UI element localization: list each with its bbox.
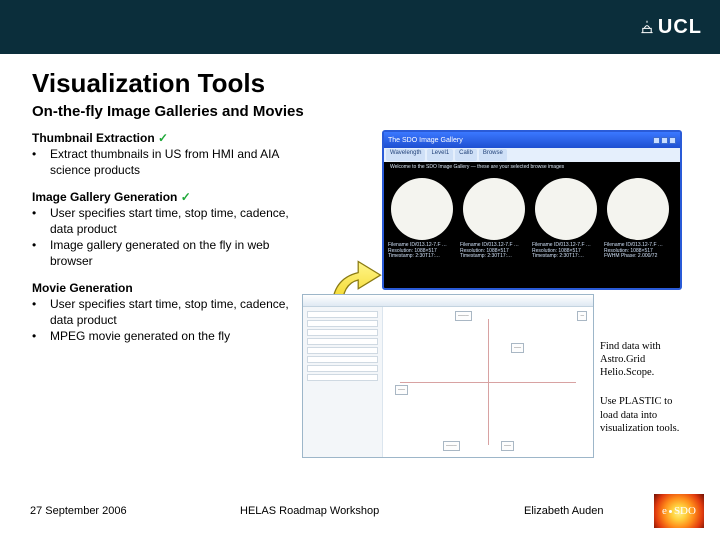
caption-text: Use PLASTIC to load data into visualizat… xyxy=(600,395,686,434)
section-heading-thumb: Thumbnail Extraction ✓ xyxy=(32,130,292,146)
bullet-text: User specifies start time, stop time, ca… xyxy=(50,205,292,237)
sun-disc-icon xyxy=(391,178,453,240)
tab[interactable]: Level1 xyxy=(427,149,453,161)
section-heading-gallery: Image Gallery Generation ✓ xyxy=(32,189,292,205)
sun-disc-icon xyxy=(535,178,597,240)
ucl-logo-text: UCL xyxy=(658,16,702,39)
thumbnail[interactable]: Filename ID/013.12-7.F …Resolution: 1088… xyxy=(532,178,600,260)
dot-icon xyxy=(669,510,672,513)
footer-date: 27 September 2006 xyxy=(30,505,230,517)
list-item: •MPEG movie generated on the fly xyxy=(32,328,292,344)
bullet-list: •User specifies start time, stop time, c… xyxy=(32,205,292,270)
slide-title: Visualization Tools xyxy=(32,68,696,99)
slide-subtitle: On-the-fly Image Galleries and Movies xyxy=(32,103,696,120)
badge-prefix: e xyxy=(662,505,667,517)
section-heading-text: Thumbnail Extraction xyxy=(32,131,155,145)
thumb-caption: Filename ID/013.12-7.F …Resolution: 1088… xyxy=(460,243,528,260)
list-item: •Extract thumbnails in US from HMI and A… xyxy=(32,146,292,178)
viz-titlebar xyxy=(303,295,593,307)
thumb-caption: Filename ID/013.12-7.F …Resolution: 1088… xyxy=(532,243,600,260)
gallery-title: The SDO Image Gallery xyxy=(388,137,463,144)
ucl-logo: UCL xyxy=(640,16,702,39)
bullet-list: •Extract thumbnails in US from HMI and A… xyxy=(32,146,292,178)
bullet-text: User specifies start time, stop time, ca… xyxy=(50,296,292,328)
sun-disc-icon xyxy=(607,178,669,240)
list-item: •User specifies start time, stop time, c… xyxy=(32,296,292,328)
header-band: UCL xyxy=(0,0,720,54)
viz-plot-area: ─── ── ── ─── ── ─ xyxy=(383,307,593,457)
viz-sidebar xyxy=(303,307,383,457)
check-icon: ✓ xyxy=(181,190,191,204)
thumbnail[interactable]: Filename ID/013.12-7.F …Resolution: 1088… xyxy=(388,178,456,260)
gallery-body: Filename ID/013.12-7.F …Resolution: 1088… xyxy=(384,172,680,266)
gallery-window: The SDO Image Gallery Wavelength Level1 … xyxy=(382,130,682,290)
tab[interactable]: Browse xyxy=(479,149,507,161)
section-heading-movie: Movie Generation xyxy=(32,280,292,296)
footer-author: Elizabeth Auden xyxy=(524,505,654,517)
thumbnail[interactable]: Filename ID/013.12-7.F …Resolution: 1088… xyxy=(460,178,528,260)
footer-venue: HELAS Roadmap Workshop xyxy=(230,505,524,517)
window-controls xyxy=(652,131,676,149)
visualization-window: ─── ── ── ─── ── ─ xyxy=(302,294,594,458)
left-column: Thumbnail Extraction ✓ •Extract thumbnai… xyxy=(32,130,292,344)
bullet-text: Extract thumbnails in US from HMI and AI… xyxy=(50,146,292,178)
slide-content: Visualization Tools On-the-fly Image Gal… xyxy=(0,54,720,344)
right-caption: Find data with Astro.Grid Helio.Scope. U… xyxy=(600,340,686,451)
caption-text: Find data with Astro.Grid Helio.Scope. xyxy=(600,340,686,379)
section-heading-text: Image Gallery Generation xyxy=(32,190,177,204)
thumb-caption: Filename ID/013.12-7.F …Resolution: 1088… xyxy=(388,243,456,260)
gallery-tabs: Wavelength Level1 Calib Browse xyxy=(384,148,680,162)
bullet-text: MPEG movie generated on the fly xyxy=(50,328,292,344)
section-heading-text: Movie Generation xyxy=(32,281,133,295)
tab[interactable]: Wavelength xyxy=(386,149,425,161)
right-column: The SDO Image Gallery Wavelength Level1 … xyxy=(302,130,696,344)
gallery-titlebar: The SDO Image Gallery xyxy=(384,132,680,148)
esdo-badge: e SDO xyxy=(654,494,704,528)
gallery-welcome: Welcome to the SDO Image Gallery — these… xyxy=(384,162,680,172)
footer: 27 September 2006 HELAS Roadmap Workshop… xyxy=(0,494,720,528)
ucl-dome-icon xyxy=(640,20,654,34)
tab[interactable]: Calib xyxy=(455,149,477,161)
bullet-list: •User specifies start time, stop time, c… xyxy=(32,296,292,345)
list-item: •User specifies start time, stop time, c… xyxy=(32,205,292,237)
badge-suffix: SDO xyxy=(674,505,696,517)
thumbnail[interactable]: Filename ID/013.12-7.F …Resolution: 1088… xyxy=(604,178,672,260)
list-item: •Image gallery generated on the fly in w… xyxy=(32,237,292,269)
check-icon: ✓ xyxy=(158,131,168,145)
thumb-caption: Filename ID/013.12-7.F …Resolution: 1088… xyxy=(604,243,672,260)
sun-disc-icon xyxy=(463,178,525,240)
bullet-text: Image gallery generated on the fly in we… xyxy=(50,237,292,269)
